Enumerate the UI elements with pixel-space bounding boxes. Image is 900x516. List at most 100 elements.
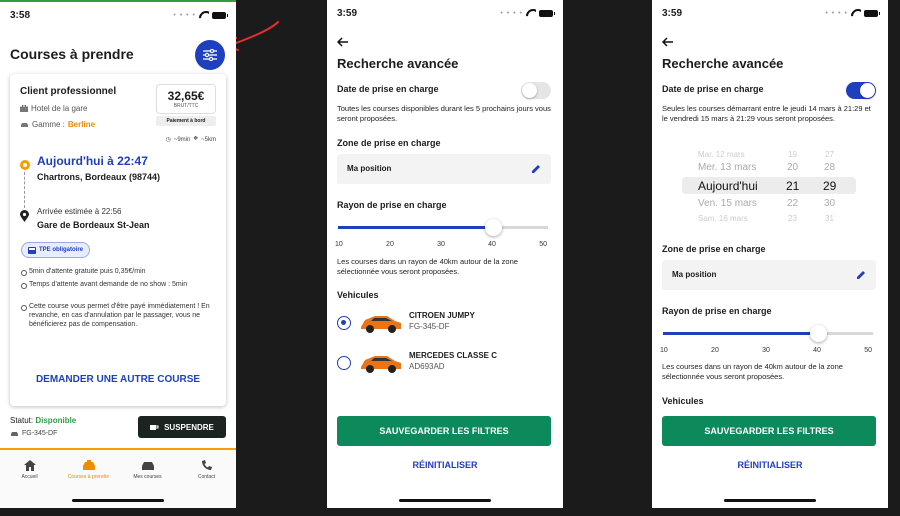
tab-label: Mes courses [133, 474, 162, 480]
arrival-address: Gare de Bordeaux St-Jean [37, 220, 150, 230]
slider-thumb[interactable] [810, 325, 827, 342]
vehicle-radio[interactable] [337, 356, 351, 370]
tab-contact[interactable]: Contact [177, 460, 236, 480]
picker-hour: 22 [787, 198, 799, 209]
reset-button[interactable]: RÉINITIALISER [327, 460, 563, 470]
price-box: 32,65€ BRUT/TTC [156, 84, 216, 114]
date-description: Seules les courses démarrant entre le je… [662, 104, 871, 123]
picker-day: Mar. 12 mars [698, 150, 745, 158]
status-label: Statut: [10, 416, 34, 425]
vehicle-option[interactable]: CITROEN JUMPY FG-345-DF [337, 307, 551, 341]
request-other-course-button[interactable]: DEMANDER UNE AUTRE COURSE [10, 374, 226, 385]
pencil-icon[interactable] [857, 270, 866, 279]
course-card[interactable]: Client professionnel 32,65€ BRUT/TTC Pai… [10, 74, 226, 406]
slider-fill [663, 332, 818, 335]
trip-estimate: ◷ ~9min ⛖ ~5km [166, 136, 216, 143]
date-label: Date de prise en charge [662, 84, 764, 94]
place-name: Hotel de la gare [31, 104, 88, 113]
vehicle-plate: FG-345-DF [10, 430, 57, 437]
save-filters-button[interactable]: SAUVEGARDER LES FILTRES [337, 416, 551, 446]
signal-icon: • • • • [173, 11, 196, 19]
vehicle-option[interactable]: MERCEDES CLASSE C AD693AD [337, 347, 551, 381]
departure-address: Chartrons, Bordeaux (98744) [37, 172, 161, 182]
tick-label: 50 [539, 241, 547, 248]
tick-label: 40 [488, 241, 496, 248]
arrival-estimate: Arrivée estimée à 22:56 [37, 207, 122, 216]
info-bullet: Temps d'attente avant demande de no show… [20, 280, 216, 289]
picker-row[interactable]: Mar. 12 mars 19 27 [662, 150, 876, 158]
vehicles-label: Vehicules [662, 396, 704, 406]
suspend-button[interactable]: SUSPENDRE [138, 416, 226, 438]
zone-label: Zone de prise en charge [662, 244, 766, 254]
tab-courses-a-prendre[interactable]: Courses à prendre [59, 460, 118, 480]
gamme-value: Berline [67, 120, 96, 129]
tab-bar: Accueil Courses à prendre Mes courses Co… [0, 448, 236, 508]
tick-label: 10 [660, 347, 668, 354]
picker-min: 27 [825, 150, 834, 158]
tick-label: 40 [813, 347, 821, 354]
picker-min: 30 [824, 198, 836, 209]
status-bar: 3:59 • • • • [652, 8, 888, 22]
vehicle-radio[interactable] [337, 316, 351, 330]
price-sub: BRUT/TTC [173, 103, 199, 109]
tick-label: 20 [711, 347, 719, 354]
info-bullet: 5min d'attente gratuite puis 0,35€/min [20, 267, 216, 276]
suspend-label: SUSPENDRE [164, 422, 214, 432]
distance: ~5km [201, 136, 216, 143]
picker-row[interactable]: Sam. 16 mars 23 31 [662, 214, 876, 222]
wifi-icon [851, 9, 861, 17]
page-title: Courses à prendre [10, 46, 134, 62]
vehicle-name: MERCEDES CLASSE C [409, 351, 498, 360]
gamme-line: Gamme : Berline [20, 120, 95, 129]
vehicle-name: CITROEN JUMPY [409, 311, 475, 320]
tick-label: 50 [864, 347, 872, 354]
phone-courses-a-prendre: 3:58 • • • • Courses à prendre Client pr… [0, 0, 236, 508]
zone-value: Ma position [347, 164, 392, 173]
home-icon [23, 460, 36, 471]
tab-accueil[interactable]: Accueil [0, 460, 59, 480]
wifi-icon [526, 9, 536, 17]
filter-button[interactable] [195, 40, 225, 70]
page-title: Recherche avancée [662, 56, 784, 71]
date-toggle[interactable] [521, 82, 551, 99]
back-arrow-icon[interactable] [337, 37, 349, 47]
save-filters-button[interactable]: SAUVEGARDER LES FILTRES [662, 416, 876, 446]
payment-badge: Paiement à bord [156, 116, 216, 126]
phone-icon [202, 460, 212, 470]
signal-icon: • • • • [500, 9, 523, 17]
taxi-icon [82, 460, 95, 470]
status-value: Disponible [35, 416, 77, 425]
pencil-icon[interactable] [532, 164, 541, 173]
page-title: Recherche avancée [337, 56, 459, 71]
clock: 3:59 [337, 8, 358, 19]
picker-day: Mer. 13 mars [698, 162, 757, 173]
vehicles-label: Vehicules [337, 290, 379, 300]
picker-min: 29 [823, 179, 837, 193]
zone-field[interactable]: Ma position [337, 154, 551, 184]
vehicle-plate: AD693AD [409, 362, 445, 371]
zone-value: Ma position [672, 270, 717, 279]
date-toggle[interactable] [846, 82, 876, 99]
datetime-picker[interactable]: Mar. 12 mars 19 27 Mer. 13 mars 20 28 Au… [662, 150, 876, 222]
picker-hour: 21 [786, 179, 800, 193]
tab-label: Courses à prendre [67, 474, 110, 480]
tick-label: 10 [335, 241, 343, 248]
radius-slider[interactable] [663, 325, 873, 342]
signal-icon: • • • • [825, 9, 848, 17]
slider-thumb[interactable] [485, 219, 502, 236]
toggle-knob [860, 83, 875, 98]
car-icon [11, 431, 18, 436]
radius-slider[interactable] [338, 219, 548, 236]
clock: 3:58 [10, 10, 31, 21]
home-indicator [399, 499, 491, 502]
route-line [24, 172, 25, 208]
picker-hour: 19 [788, 150, 797, 158]
back-arrow-icon[interactable] [662, 37, 674, 47]
picker-day: Aujourd'hui [698, 179, 758, 193]
zone-field[interactable]: Ma position [662, 260, 876, 290]
battery-icon [212, 11, 228, 19]
radius-description: Les courses dans un rayon de 40km autour… [337, 257, 518, 276]
reset-button[interactable]: RÉINITIALISER [652, 460, 888, 470]
departure-time: Aujourd'hui à 22:47 [37, 154, 148, 168]
tab-mes-courses[interactable]: Mes courses [118, 460, 177, 480]
